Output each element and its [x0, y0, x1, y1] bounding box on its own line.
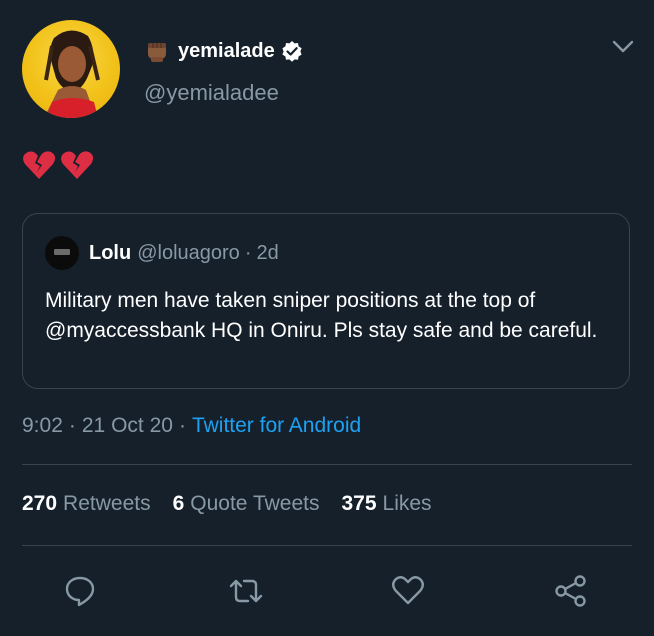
quote-tweets-stat[interactable]: 6 Quote Tweets: [173, 492, 320, 516]
quote-tweets-count: 6: [172, 492, 185, 515]
quoted-author-avatar: [45, 236, 79, 270]
tweet-header: yemialade @yemialadee: [22, 20, 642, 120]
raised-fist-emoji: [148, 43, 166, 62]
retweets-stat[interactable]: 270 Retweets: [22, 492, 151, 516]
likes-stat[interactable]: 375 Likes: [341, 492, 431, 516]
retweet-icon[interactable]: [228, 573, 264, 609]
meta-separator: ·: [178, 414, 186, 437]
tweet-actions: [0, 565, 654, 615]
author-avatar[interactable]: [22, 20, 120, 118]
retweets-count: 270: [22, 492, 58, 515]
quoted-separator: ·: [244, 241, 252, 264]
divider: [22, 464, 632, 465]
verified-badge-icon: [282, 41, 302, 62]
tweet-meta: 9:02 · 21 Oct 20 · Twitter for Android: [22, 414, 361, 438]
quoted-author-handle: @loluagoro: [137, 241, 240, 264]
likes-count: 375: [341, 492, 377, 515]
reply-icon[interactable]: [62, 573, 98, 609]
share-icon[interactable]: [553, 573, 589, 609]
tweet-source-link[interactable]: Twitter for Android: [192, 414, 361, 438]
quoted-tweet-text: Military men have taken sniper positions…: [45, 289, 598, 342]
likes-label: Likes: [382, 492, 432, 515]
author-display-name: yemialade: [178, 39, 275, 62]
author-name-row[interactable]: yemialade: [144, 36, 303, 66]
quoted-tweet-header: Lolu @loluagoro · 2d: [45, 236, 279, 270]
broken-heart-emoji: [23, 151, 56, 179]
quote-tweets-label: Quote Tweets: [190, 492, 320, 515]
avatar-image: [44, 30, 100, 118]
chevron-down-icon[interactable]: [612, 40, 634, 54]
like-icon[interactable]: [390, 573, 426, 609]
tweet-date[interactable]: 21 Oct 20: [82, 414, 173, 438]
broken-heart-emoji: [61, 151, 94, 179]
divider: [22, 545, 632, 546]
retweets-label: Retweets: [63, 492, 151, 515]
tweet-stats: 270 Retweets 6 Quote Tweets 375 Likes: [22, 492, 454, 516]
author-handle[interactable]: @yemialadee: [144, 80, 279, 106]
quoted-tweet-card[interactable]: Lolu @loluagoro · 2d Military men have t…: [22, 213, 630, 389]
tweet-text: [22, 148, 94, 182]
meta-separator: ·: [68, 414, 76, 437]
quoted-author-name: Lolu: [89, 241, 132, 264]
tweet-time[interactable]: 9:02: [22, 414, 63, 438]
quoted-timestamp: 2d: [256, 241, 279, 264]
